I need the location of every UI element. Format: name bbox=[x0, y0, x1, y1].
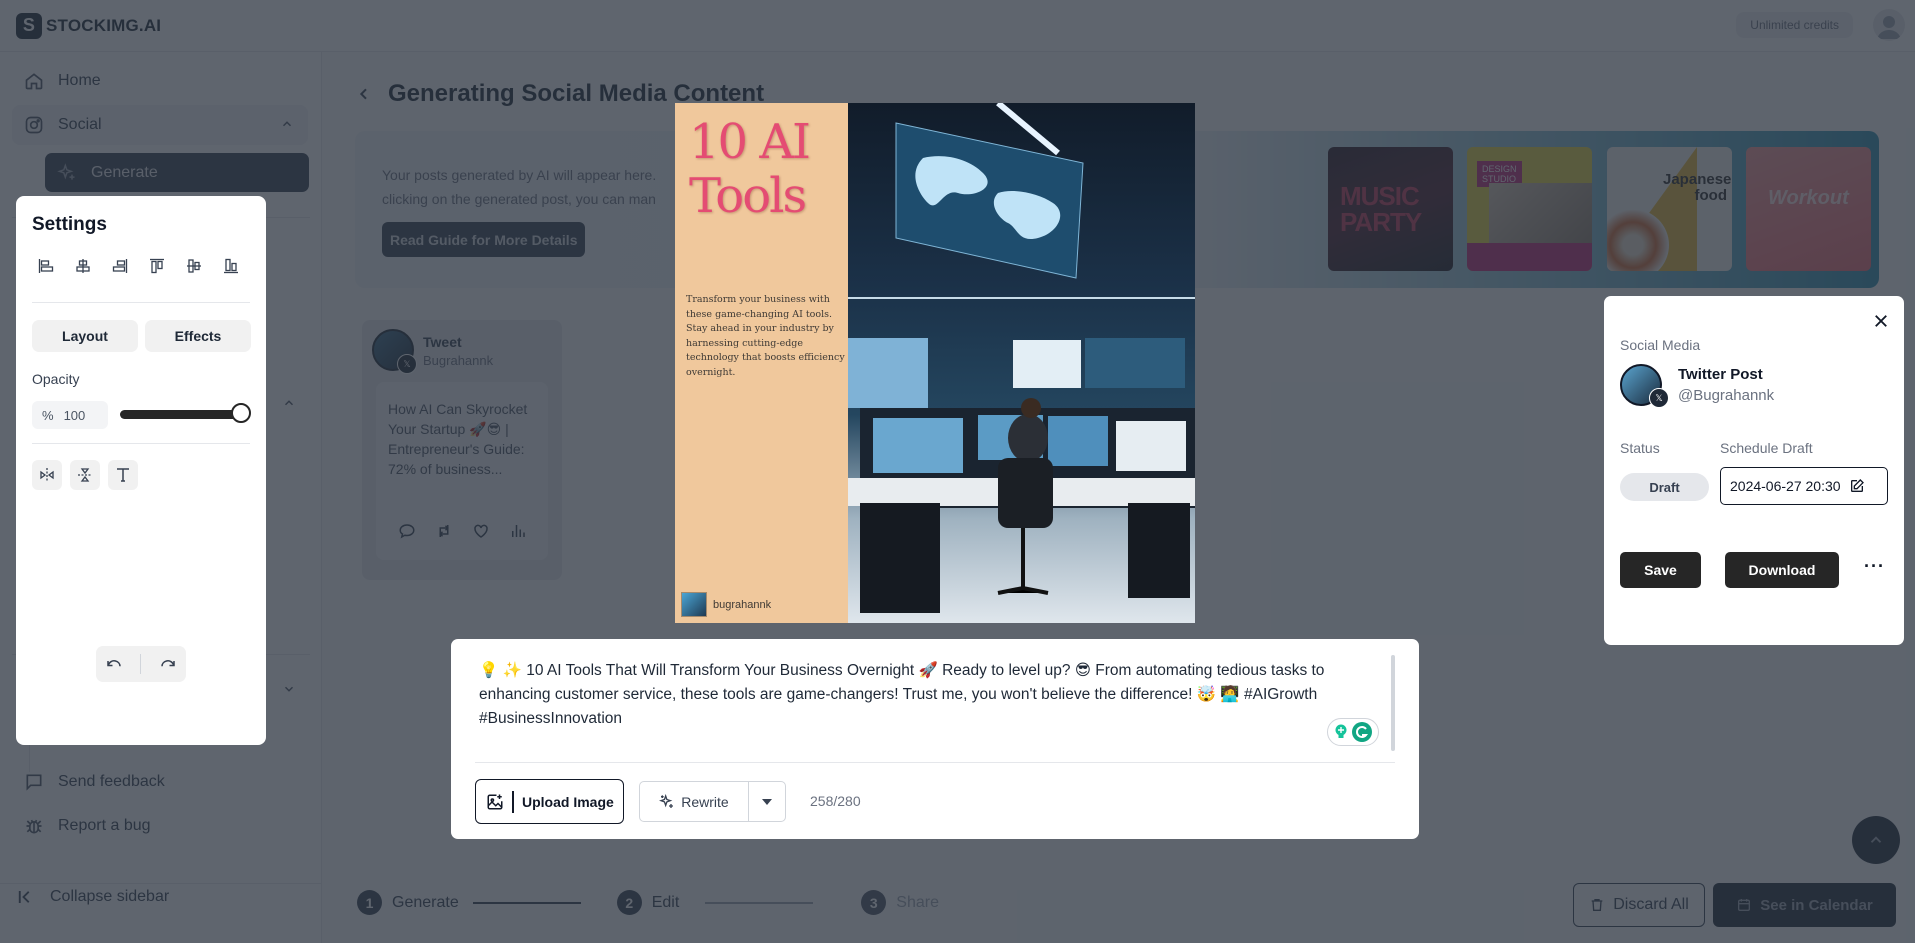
upload-image-button[interactable]: Upload Image bbox=[475, 779, 624, 824]
alignment-toolbar bbox=[38, 258, 239, 274]
post-type: Twitter Post bbox=[1678, 366, 1763, 383]
opacity-unit: % bbox=[42, 407, 54, 423]
align-center-vertical-icon[interactable] bbox=[186, 258, 202, 274]
flip-horizontal-button[interactable] bbox=[32, 460, 62, 490]
opacity-value: 100 bbox=[63, 407, 86, 423]
status-badge: Draft bbox=[1620, 473, 1709, 501]
schedule-label: Schedule Draft bbox=[1720, 440, 1813, 456]
poster-title-line2: Tools bbox=[689, 168, 807, 224]
flip-vertical-icon bbox=[78, 468, 92, 482]
edit-icon[interactable] bbox=[1849, 478, 1865, 494]
settings-divider bbox=[32, 302, 250, 303]
flip-vertical-button[interactable] bbox=[70, 460, 100, 490]
divider bbox=[512, 790, 514, 813]
history-controls bbox=[96, 646, 186, 682]
status-label: Status bbox=[1620, 440, 1660, 456]
text-icon bbox=[117, 468, 129, 482]
opacity-label: Opacity bbox=[32, 371, 80, 387]
align-center-horizontal-icon[interactable] bbox=[75, 258, 91, 274]
poster-text-panel: 10 AI Tools Transform your business with… bbox=[675, 103, 848, 623]
poster-avatar bbox=[681, 592, 707, 617]
more-options-icon[interactable]: ··· bbox=[1864, 556, 1885, 577]
social-media-panel: Social Media 𝕏 Twitter Post @Bugrahannk … bbox=[1604, 296, 1904, 645]
settings-panel: Settings Layout Effects Opacity % 100 bbox=[16, 196, 266, 745]
divider bbox=[140, 654, 142, 674]
align-bottom-icon[interactable] bbox=[223, 258, 239, 274]
poster-photo bbox=[848, 103, 1195, 623]
caret-down-icon bbox=[762, 798, 772, 805]
redo-icon[interactable] bbox=[159, 655, 177, 673]
save-button[interactable]: Save bbox=[1620, 552, 1701, 588]
opacity-slider-track[interactable] bbox=[120, 410, 245, 419]
schedule-date-field[interactable]: 2024-06-27 20:30 bbox=[1720, 467, 1888, 505]
rewrite-button-group: Rewrite bbox=[639, 781, 786, 822]
character-counter: 258/280 bbox=[810, 793, 861, 809]
account-handle: @Bugrahannk bbox=[1678, 387, 1775, 404]
poster-title-line1: 10 AI bbox=[689, 114, 811, 170]
effects-button[interactable]: Effects bbox=[145, 320, 251, 352]
rewrite-label: Rewrite bbox=[681, 793, 729, 810]
undo-icon[interactable] bbox=[105, 655, 123, 673]
section-label: Social Media bbox=[1620, 337, 1701, 353]
editor-scrollbar[interactable] bbox=[1391, 655, 1395, 751]
poster-user: bugrahannk bbox=[681, 592, 771, 617]
layout-button[interactable]: Layout bbox=[32, 320, 138, 352]
poster-body-text[interactable]: Transform your business with these game-… bbox=[686, 293, 846, 380]
align-top-icon[interactable] bbox=[149, 258, 165, 274]
x-logo-icon: 𝕏 bbox=[1649, 388, 1669, 408]
align-right-icon[interactable] bbox=[112, 258, 128, 274]
rewrite-button[interactable]: Rewrite bbox=[640, 782, 749, 821]
editor-divider bbox=[475, 762, 1395, 763]
grammarly-widget[interactable] bbox=[1327, 718, 1379, 746]
close-icon[interactable] bbox=[1872, 312, 1890, 330]
poster-title[interactable]: 10 AI Tools bbox=[689, 114, 811, 224]
poster-username: bugrahannk bbox=[713, 598, 772, 611]
settings-title: Settings bbox=[32, 214, 107, 235]
grammarly-icon bbox=[1352, 722, 1372, 742]
opacity-input[interactable]: % 100 bbox=[32, 401, 108, 429]
settings-divider bbox=[32, 443, 250, 444]
flip-horizontal-icon bbox=[40, 468, 54, 482]
caption-textarea[interactable]: 💡 ✨ 10 AI Tools That Will Transform Your… bbox=[479, 659, 1379, 731]
image-plus-icon bbox=[486, 793, 504, 811]
rewrite-options-dropdown[interactable] bbox=[749, 798, 785, 805]
schedule-date-value: 2024-06-27 20:30 bbox=[1730, 478, 1841, 494]
sparkles-icon bbox=[659, 793, 675, 810]
post-image-canvas[interactable]: 10 AI Tools Transform your business with… bbox=[675, 103, 1195, 623]
text-tool-button[interactable] bbox=[108, 460, 138, 490]
lightbulb-icon bbox=[1334, 724, 1348, 740]
download-button[interactable]: Download bbox=[1725, 552, 1839, 588]
align-left-icon[interactable] bbox=[38, 258, 54, 274]
opacity-slider-thumb[interactable] bbox=[231, 403, 251, 423]
caption-editor: 💡 ✨ 10 AI Tools That Will Transform Your… bbox=[451, 639, 1419, 839]
upload-label: Upload Image bbox=[522, 793, 614, 810]
